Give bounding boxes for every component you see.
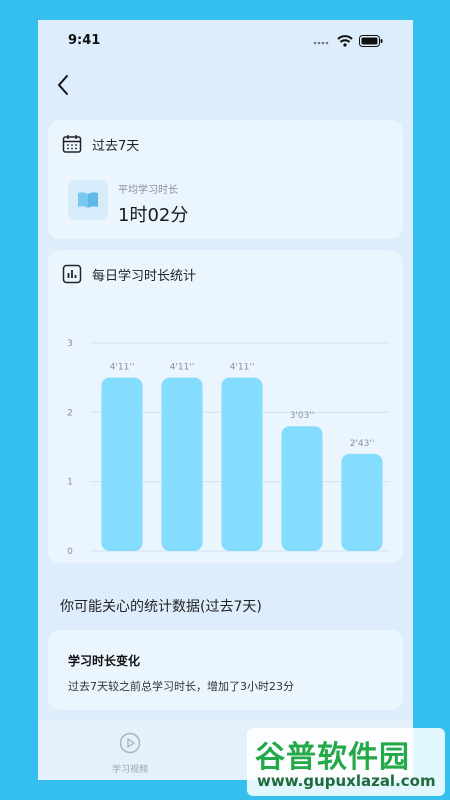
status-time: 9:41 [68,33,101,48]
y-tick-label: 0 [67,547,73,557]
chart-bar [281,426,323,551]
study-time-change-desc: 过去7天较之前总学习时长，增加了3小时23分 [68,680,294,693]
avg-study-time-label: 平均学习时长 [118,185,178,196]
daily-study-time-chart: 01234'11''04/184'11''04/194'11''04/203'0… [67,339,390,563]
back-button[interactable] [52,70,80,100]
period-label: 过去7天 [92,138,140,154]
bar-data-label: 3'03'' [290,411,315,421]
tab-study-videos[interactable]: 学习视频 [100,732,160,775]
y-tick-label: 2 [67,408,73,418]
status-bar: 9:41 [38,20,413,64]
signal-icon [313,41,329,45]
calendar-icon [62,135,82,153]
chart-bar [221,377,263,551]
bar-data-label: 4'11'' [170,363,195,373]
chart-card: 每日学习时长统计 01234'11''04/184'11''04/194'11'… [48,250,403,563]
app-screen: 9:41 过去7天 平均学习时长 1时02分 每日学习时长统计 0 1 2 3 … [38,20,413,780]
bar-data-label: 4'11'' [110,363,135,373]
battery-icon [359,35,383,47]
avg-study-time-value: 1时02分 [118,205,189,226]
bar-data-label: 2'43'' [350,439,375,449]
book-icon-box [68,180,108,220]
y-tick-label: 1 [67,478,73,488]
chart-bar [161,377,203,551]
book-icon [78,192,98,208]
tab-study-videos-label: 学习视频 [111,765,148,775]
status-icons [313,35,383,47]
play-circle-icon [119,732,141,754]
bar-data-label: 4'11'' [230,363,255,373]
watermark-main-text: 谷普软件园 [255,740,410,775]
summary-card-header: 过去7天 [62,134,139,154]
wifi-icon [337,35,353,47]
x-tick-label: 今天 [353,562,371,563]
watermark-url-text: www.gupuxlazal.com [257,772,436,790]
watermark-logo: 谷普软件园 www.gupuxlazal.com [247,728,445,796]
study-time-change-title: 学习时长变化 [68,654,141,668]
chart-bar [101,377,143,551]
stats-section-title: 你可能关心的统计数据(过去7天) [60,599,262,615]
chart-bar [341,453,383,551]
chevron-left-icon [58,75,68,95]
study-time-change-card[interactable]: 学习时长变化 过去7天较之前总学习时长，增加了3小时23分 [48,630,403,710]
y-tick-label: 3 [67,339,73,349]
summary-card: 过去7天 平均学习时长 1时02分 [48,120,403,239]
